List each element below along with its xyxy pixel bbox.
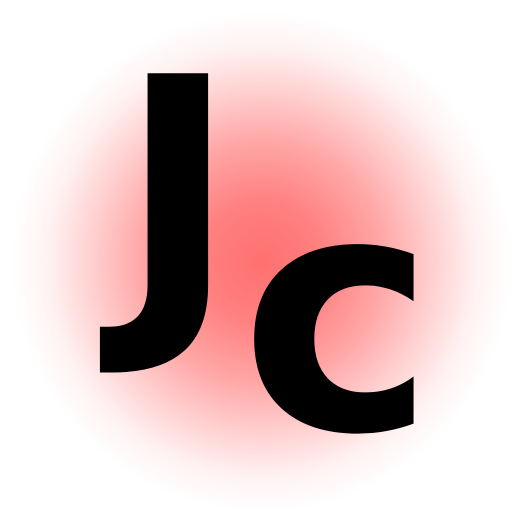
- letter-j: J: [118, 9, 238, 384]
- app-icon: J c: [0, 0, 512, 512]
- letter-c: c: [240, 123, 436, 507]
